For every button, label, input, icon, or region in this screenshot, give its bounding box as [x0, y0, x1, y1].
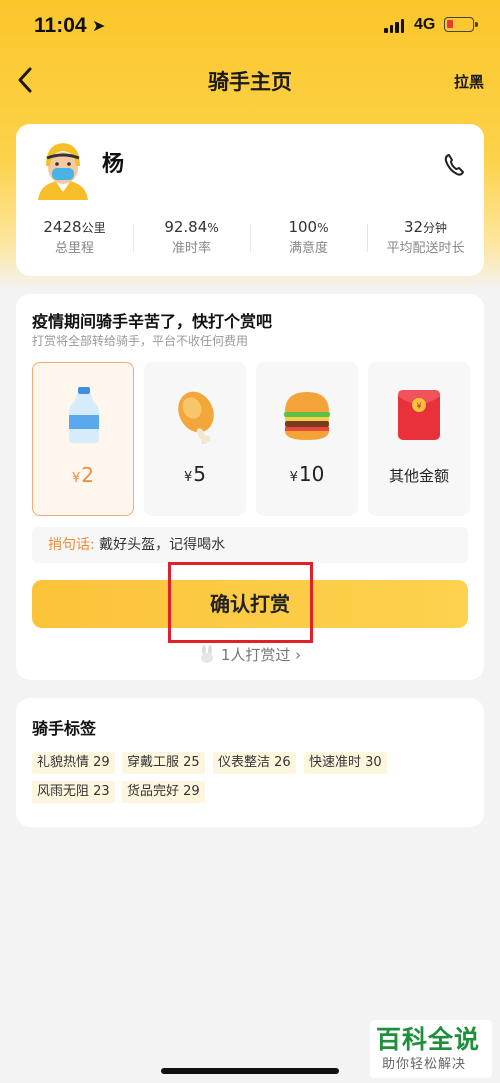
home-indicator[interactable] [161, 1068, 339, 1074]
rider-tags-card: 骑手标签 礼貌热情 29 穿戴工服 25 仪表整洁 26 快速准时 30 风雨无… [16, 698, 484, 827]
phone-icon[interactable] [442, 152, 466, 178]
stat-unit: 公里 [81, 221, 106, 235]
tag: 货品完好 29 [122, 781, 205, 803]
stat-unit: 分钟 [423, 221, 448, 235]
status-bar: 11:04 ➤ 4G [0, 0, 500, 54]
watermark-logo: 百科全说 助你轻松解决 [370, 1020, 492, 1078]
tip-option-10[interactable]: ¥10 [256, 362, 358, 516]
stat-value: 32 [403, 218, 424, 236]
stat-unit: % [317, 221, 329, 235]
stat-mileage: 2428公里 总里程 [16, 216, 133, 260]
tag: 仪表整洁 26 [213, 752, 296, 774]
status-time: 11:04 [34, 14, 87, 37]
tip-option-5[interactable]: ¥5 [144, 362, 246, 516]
currency-symbol: ¥ [71, 471, 81, 486]
tipped-count-label: 1人打赏过 [220, 646, 291, 664]
tags-heading: 骑手标签 [32, 719, 97, 738]
watermark-title: 百科全说 [376, 1025, 481, 1054]
tip-option-other[interactable]: ¥ 其他金额 [368, 362, 470, 516]
rider-stats: 2428公里 总里程 92.84% 准时率 100% 满意度 32分钟 平均配送… [16, 216, 484, 260]
stat-value: 2428 [43, 218, 82, 236]
message-key: 捎句话: [48, 537, 95, 553]
tag: 快速准时 30 [304, 752, 387, 774]
chicken-leg-icon [178, 391, 214, 444]
rider-avatar [38, 143, 88, 200]
stat-value: 100 [288, 218, 318, 236]
tip-options: ¥2 ¥5 ¥10 ¥ 其他金额 [32, 362, 484, 516]
stat-on-time: 92.84% 准时率 [133, 216, 250, 260]
tip-amount: 10 [298, 462, 325, 486]
burger-icon [284, 392, 330, 440]
rider-name: 杨 [102, 152, 125, 177]
tag: 穿戴工服 25 [122, 752, 205, 774]
highlight-box [168, 562, 313, 643]
other-amount-label: 其他金额 [388, 467, 449, 485]
tag: 礼貌热情 29 [32, 752, 115, 774]
rabbit-icon [200, 645, 213, 663]
stat-label: 满意度 [288, 241, 328, 256]
signal-icon [384, 19, 404, 33]
tip-card: 疫情期间骑手辛苦了，快打个赏吧 打赏将全部转给骑手，平台不收任何费用 ¥2 ¥5 [16, 294, 484, 680]
tipped-count-link[interactable]: 1人打赏过 › [16, 644, 484, 665]
stat-unit: % [207, 221, 219, 235]
nav-bar: 骑手主页 拉黑 [0, 58, 500, 104]
watermark-subtitle: 助你轻松解决 [382, 1057, 467, 1072]
tip-heading: 疫情期间骑手辛苦了，快打个赏吧 [32, 312, 273, 331]
currency-symbol: ¥ [289, 470, 298, 485]
rider-card: 杨 2428公里 总里程 92.84% 准时率 100% 满意度 32分钟 平均… [16, 124, 484, 276]
currency-symbol: ¥ [183, 470, 193, 485]
tag: 风雨无阻 23 [32, 781, 115, 803]
stat-label: 总里程 [54, 241, 94, 256]
block-button[interactable]: 拉黑 [454, 71, 484, 92]
red-envelope-icon: ¥ [398, 390, 440, 440]
battery-icon [444, 17, 478, 32]
stat-delivery-time: 32分钟 平均配送时长 [367, 216, 484, 260]
stat-satisfaction: 100% 满意度 [250, 216, 367, 260]
chevron-right-icon: › [295, 646, 302, 664]
svg-text:¥: ¥ [416, 402, 421, 411]
message-text: 戴好头盔，记得喝水 [99, 537, 226, 553]
page-title: 骑手主页 [208, 70, 292, 94]
tip-amount: 5 [193, 462, 206, 486]
stat-label: 平均配送时长 [386, 241, 465, 256]
tip-amount: 2 [81, 463, 94, 487]
location-arrow-icon: ➤ [92, 16, 106, 35]
tip-subheading: 打赏将全部转给骑手，平台不收任何费用 [32, 334, 249, 348]
network-label: 4G [414, 16, 436, 33]
stat-value: 92.84 [164, 218, 208, 236]
stat-label: 准时率 [171, 241, 211, 256]
tip-message[interactable]: 捎句话: 戴好头盔，记得喝水 [32, 527, 468, 563]
tip-option-2[interactable]: ¥2 [32, 362, 134, 516]
water-bottle-icon [69, 387, 99, 443]
